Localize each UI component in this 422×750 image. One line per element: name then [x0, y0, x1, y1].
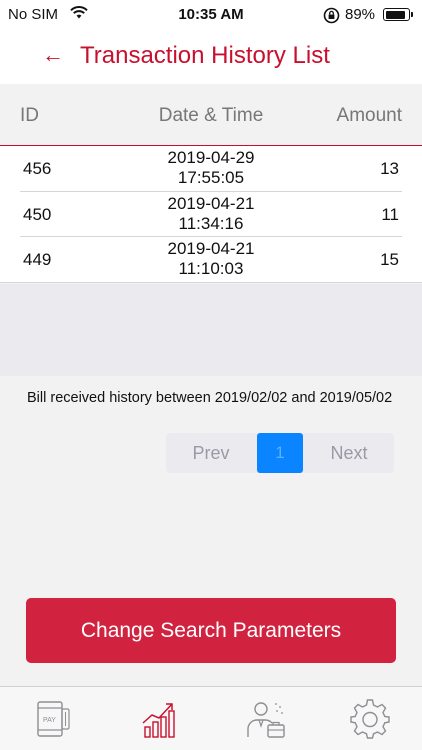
cell-date-time: 2019-04-21 11:34:16 [20, 194, 402, 234]
prev-page-button[interactable]: Prev [166, 433, 256, 473]
cell-amount: 15 [380, 250, 399, 269]
growth-chart-icon [142, 703, 175, 738]
table-header: ID Date & Time Amount [0, 84, 422, 146]
business-person-icon [247, 702, 285, 738]
battery-percentage: 89% [345, 6, 376, 23]
table-row[interactable]: 456 2019-04-29 17:55:05 13 [20, 146, 402, 192]
cell-amount: 13 [380, 159, 399, 178]
page-title: Transaction History List [80, 42, 330, 69]
cell-date: 2019-04-21 [167, 239, 255, 258]
tab-bar: PAY [0, 686, 422, 750]
battery-icon [383, 8, 413, 21]
tab-settings[interactable] [348, 697, 392, 741]
status-bar: No SIM 10:35 AM 89% [0, 0, 422, 30]
gear-icon [350, 699, 390, 739]
pagination: Prev 1 Next [166, 433, 394, 473]
arrow-left-icon: ← [42, 42, 64, 67]
cell-date: 2019-04-29 [167, 148, 255, 167]
pay-label: PAY [43, 717, 56, 724]
table-row[interactable]: 449 2019-04-21 11:10:03 15 [0, 237, 422, 283]
cell-date-time: 2019-04-29 17:55:05 [20, 148, 402, 188]
next-page-button[interactable]: Next [304, 433, 394, 473]
cell-amount: 11 [381, 204, 399, 224]
change-search-parameters-button[interactable]: Change Search Parameters [26, 598, 396, 663]
tab-history[interactable] [138, 697, 182, 741]
cell-time: 11:10:03 [178, 259, 244, 278]
transaction-table: 456 2019-04-29 17:55:05 13 450 2019-04-2… [0, 146, 422, 283]
tab-pay[interactable]: PAY [32, 697, 76, 741]
column-header-amount: Amount [336, 105, 402, 126]
nav-header: ← Transaction History List [0, 30, 422, 84]
table-row[interactable]: 450 2019-04-21 11:34:16 11 [20, 192, 402, 237]
cell-time: 17:55:05 [177, 168, 245, 187]
cell-date: 2019-04-21 [167, 193, 255, 213]
table-empty-area [0, 284, 422, 376]
pay-phone-icon: PAY [37, 701, 70, 737]
back-button[interactable]: ← [38, 40, 68, 70]
cell-time: 11:34:16 [178, 213, 244, 233]
orientation-lock-icon [323, 7, 340, 29]
cell-date-time: 2019-04-21 11:10:03 [0, 239, 422, 279]
current-page-button[interactable]: 1 [257, 433, 303, 473]
history-range-text: Bill received history between 2019/02/02… [27, 390, 393, 406]
tab-business[interactable] [244, 697, 288, 741]
